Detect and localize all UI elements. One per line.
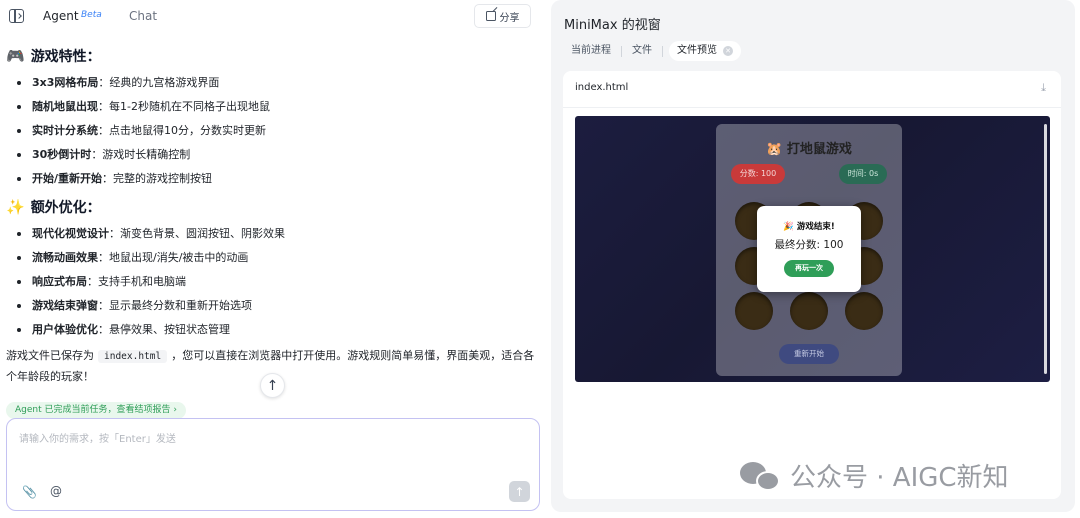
list-item: 流畅动画效果：地鼠出现/消失/被击中的动画	[6, 246, 536, 270]
section-title: 游戏特性：	[30, 49, 101, 65]
preview-frame[interactable]: 🐹 打地鼠游戏 分数: 100 时间: 0s 重新开始 🎉 游戏结束! 最终分数…	[575, 116, 1050, 382]
section-heading-extras: ✨ 额外优化：	[6, 195, 536, 219]
chat-pane: Agent Beta Chat 分享 🎮 游戏特性： 3x3网格布局：经典的九宫…	[0, 0, 546, 518]
tab-divider	[662, 45, 663, 57]
mole-hole[interactable]	[790, 292, 828, 330]
close-icon[interactable]: ✕	[723, 46, 733, 56]
mole-hole[interactable]	[735, 292, 773, 330]
section-title: 额外优化：	[30, 200, 101, 216]
arrow-up-icon: ↑	[266, 377, 279, 394]
file-preview-card: index.html ⤓ 🐹 打地鼠游戏 分数: 100 时间: 0s 重新开始…	[563, 71, 1061, 499]
list-item: 30秒倒计时：游戏时长精确控制	[6, 143, 536, 167]
task-complete-link[interactable]: Agent 已完成当前任务，查看结项报告 ›	[6, 402, 186, 419]
score-display: 分数: 100	[731, 164, 785, 184]
list-item: 随机地鼠出现：每1-2秒随机在不同格子出现地鼠	[6, 95, 536, 119]
chat-header: Agent Beta Chat 分享	[0, 0, 546, 34]
tab-files[interactable]: 文件	[624, 41, 660, 61]
modal-title: 🎉 游戏结束!	[783, 222, 835, 232]
divider	[563, 107, 1061, 108]
assistant-message: 🎮 游戏特性： 3x3网格布局：经典的九宫格游戏界面 随机地鼠出现：每1-2秒随…	[6, 44, 536, 387]
list-item: 现代化视觉设计：渐变色背景、圆润按钮、阴影效果	[6, 222, 536, 246]
list-item: 3x3网格布局：经典的九宫格游戏界面	[6, 71, 536, 95]
list-item: 响应式布局：支持手机和电脑端	[6, 270, 536, 294]
file-name: index.html	[575, 82, 629, 93]
game-over-modal: 🎉 游戏结束! 最终分数: 100 再玩一次	[757, 206, 861, 292]
file-code-label: index.html	[98, 350, 168, 363]
sparkles-icon: ✨	[6, 198, 25, 216]
play-again-button[interactable]: 再玩一次	[784, 260, 834, 277]
tab-agent[interactable]: Agent	[43, 9, 79, 23]
mole-hole[interactable]	[845, 292, 883, 330]
share-icon	[485, 11, 496, 21]
viewer-tabs: 当前进程 文件 文件预览 ✕	[563, 41, 741, 61]
viewer-title: MiniMax 的视窗	[564, 18, 661, 33]
composer: 📎 @ ↑	[6, 418, 540, 511]
wechat-icon	[740, 460, 782, 492]
tab-chat[interactable]: Chat	[129, 9, 157, 23]
sidebar-toggle-icon[interactable]	[9, 9, 24, 23]
hamster-icon: 🐹	[766, 142, 783, 157]
timer-display: 时间: 0s	[839, 164, 887, 184]
tab-file-preview[interactable]: 文件预览 ✕	[669, 41, 741, 61]
scrollbar[interactable]	[1044, 124, 1047, 374]
gamepad-icon: 🎮	[6, 47, 25, 65]
list-item: 开始/重新开始：完整的游戏控制按钮	[6, 167, 536, 191]
party-icon: 🎉	[783, 222, 794, 232]
beta-badge: Beta	[81, 10, 102, 20]
arrow-up-icon: ↑	[514, 484, 525, 499]
tab-divider	[621, 45, 622, 57]
share-label: 分享	[499, 12, 520, 24]
message-input[interactable]	[19, 430, 519, 470]
list-item: 用户体验优化：悬停效果、按钮状态管理	[6, 318, 536, 342]
tab-file-preview-label: 文件预览	[677, 45, 717, 56]
watermark: 公众号 · AIGC新知	[740, 457, 1009, 494]
send-button[interactable]: ↑	[509, 481, 530, 502]
watermark-text: 公众号 · AIGC新知	[790, 463, 1009, 493]
download-icon[interactable]: ⤓	[1041, 81, 1046, 95]
feature-list: 3x3网格布局：经典的九宫格游戏界面 随机地鼠出现：每1-2秒随机在不同格子出现…	[6, 71, 536, 191]
game-title: 🐹 打地鼠游戏	[766, 142, 852, 157]
share-button[interactable]: 分享	[474, 4, 531, 28]
paperclip-icon[interactable]: 📎	[22, 485, 37, 499]
optimization-list: 现代化视觉设计：渐变色背景、圆润按钮、阴影效果 流畅动画效果：地鼠出现/消失/被…	[6, 222, 536, 342]
viewer-pane: MiniMax 的视窗 当前进程 文件 文件预览 ✕ index.html ⤓ …	[551, 0, 1075, 512]
section-heading-features: 🎮 游戏特性：	[6, 44, 536, 68]
restart-button[interactable]: 重新开始	[779, 344, 839, 364]
list-item: 游戏结束弹窗：显示最终分数和重新开始选项	[6, 294, 536, 318]
tab-current-process[interactable]: 当前进程	[563, 41, 619, 61]
list-item: 实时计分系统：点击地鼠得10分，分数实时更新	[6, 119, 536, 143]
mention-icon[interactable]: @	[50, 484, 62, 498]
scroll-to-bottom-button[interactable]: ↑	[260, 373, 285, 398]
final-score: 最终分数: 100	[774, 239, 844, 251]
